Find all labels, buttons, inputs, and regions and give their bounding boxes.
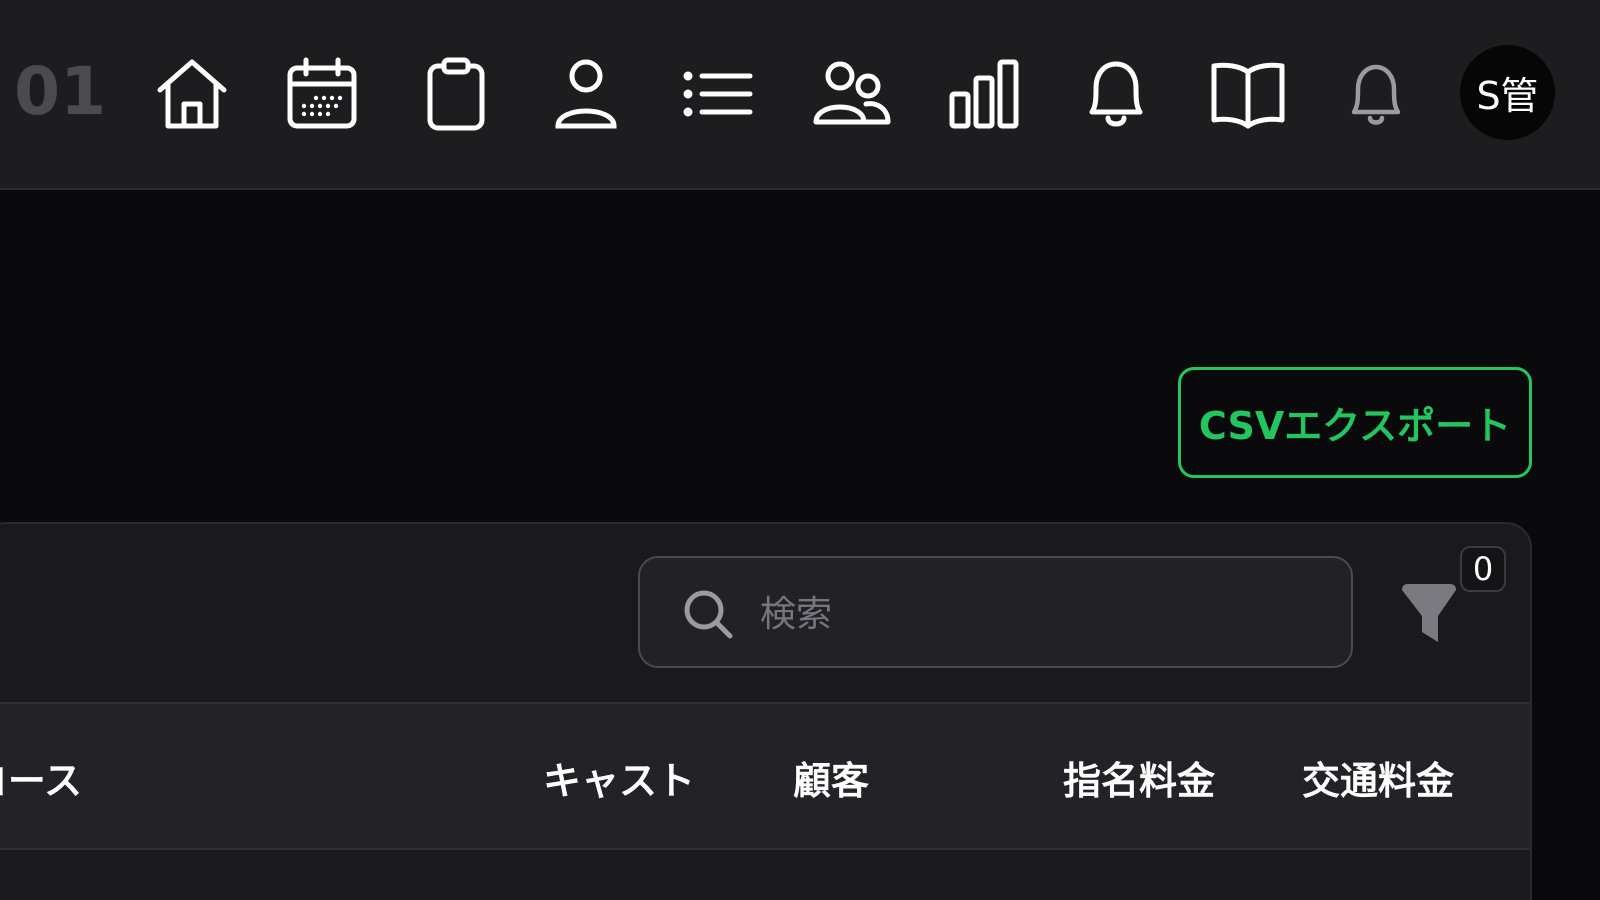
clipboard-icon — [427, 57, 485, 131]
nav-home[interactable] — [150, 52, 234, 136]
bar-chart-icon — [949, 59, 1019, 129]
nav-reports[interactable] — [942, 52, 1026, 136]
bell-muted-icon — [1351, 64, 1401, 125]
column-header-transport-fee[interactable]: 交通料金 — [1302, 704, 1454, 850]
search-input[interactable] — [758, 582, 1322, 646]
csv-export-button[interactable]: CSVエクスポート — [1178, 367, 1532, 478]
nav-manual[interactable] — [1206, 52, 1290, 136]
user-icon — [555, 59, 617, 129]
calendar-icon — [287, 57, 357, 129]
column-header-customer[interactable]: 顧客 — [793, 704, 869, 850]
filter-button[interactable] — [1400, 580, 1458, 648]
column-header-nomination-fee[interactable]: 指名料金 — [1063, 704, 1215, 850]
user-avatar[interactable]: S管 — [1460, 45, 1555, 140]
table-header-row: コース キャスト 顧客 指名料金 交通料金 — [0, 702, 1530, 850]
list-icon — [683, 71, 753, 117]
nav-list[interactable] — [676, 52, 760, 136]
top-nav-bar: / 01 — [0, 0, 1600, 190]
filter-count-badge: 0 — [1460, 546, 1506, 592]
nav-alerts[interactable] — [1334, 52, 1418, 136]
bell-icon — [1089, 61, 1143, 127]
nav-clipboard[interactable] — [414, 52, 498, 136]
home-icon — [157, 59, 227, 129]
column-header-cast[interactable]: キャスト — [543, 704, 695, 850]
brand-title: / 01 — [0, 53, 106, 130]
book-icon — [1211, 62, 1285, 129]
search-field[interactable] — [638, 556, 1353, 668]
nav-users[interactable] — [810, 52, 894, 136]
app-page: / 01 — [0, 0, 1600, 900]
nav-calendar[interactable] — [280, 52, 364, 136]
users-icon — [813, 61, 891, 125]
filter-icon — [1402, 584, 1456, 642]
nav-user[interactable] — [544, 52, 628, 136]
column-header-course[interactable]: コース — [0, 704, 82, 850]
nav-notifications[interactable] — [1074, 52, 1158, 136]
search-icon — [684, 590, 733, 639]
